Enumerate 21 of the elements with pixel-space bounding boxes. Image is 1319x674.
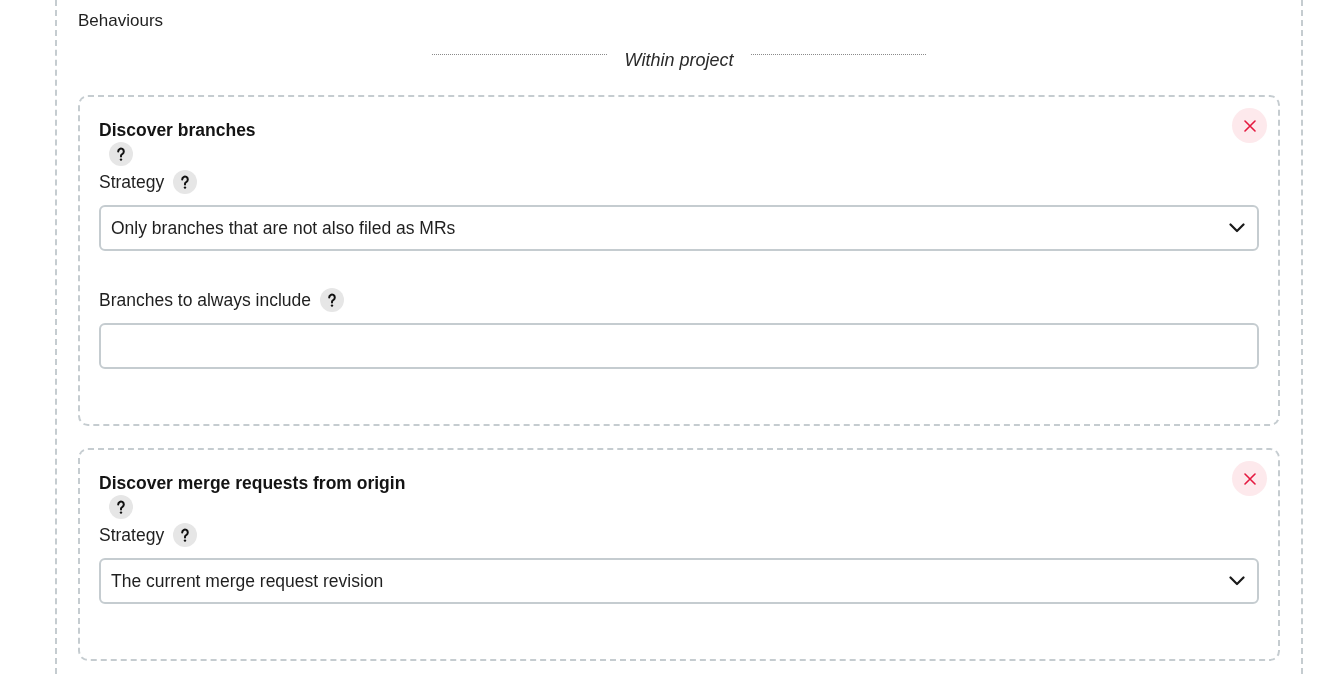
group-heading: Within project: [624, 49, 734, 72]
chevron-down-icon: [1229, 223, 1245, 233]
remove-button[interactable]: [1232, 461, 1267, 496]
input-field[interactable]: [99, 323, 1259, 369]
remove-button[interactable]: [1232, 108, 1267, 143]
field-label: Branches to always include: [99, 289, 312, 312]
close-icon: [1243, 472, 1256, 485]
strategy-select[interactable]: The current merge request revision: [99, 558, 1259, 604]
section-title: Behaviours: [78, 10, 164, 32]
close-icon: [1243, 119, 1256, 132]
field-label: Strategy: [99, 524, 165, 547]
field-label: Strategy: [99, 171, 165, 194]
card-title: Discover branches: [99, 120, 256, 140]
help-icon[interactable]: [173, 170, 198, 194]
card-title: Discover merge requests from origin: [99, 473, 406, 493]
strategy-select[interactable]: Only branches that are not also filed as MRs: [99, 205, 1259, 251]
chevron-down-icon: [1229, 576, 1245, 586]
help-icon[interactable]: [320, 288, 345, 312]
help-icon[interactable]: [173, 523, 198, 547]
help-icon[interactable]: [109, 495, 133, 519]
help-icon[interactable]: [109, 142, 133, 166]
